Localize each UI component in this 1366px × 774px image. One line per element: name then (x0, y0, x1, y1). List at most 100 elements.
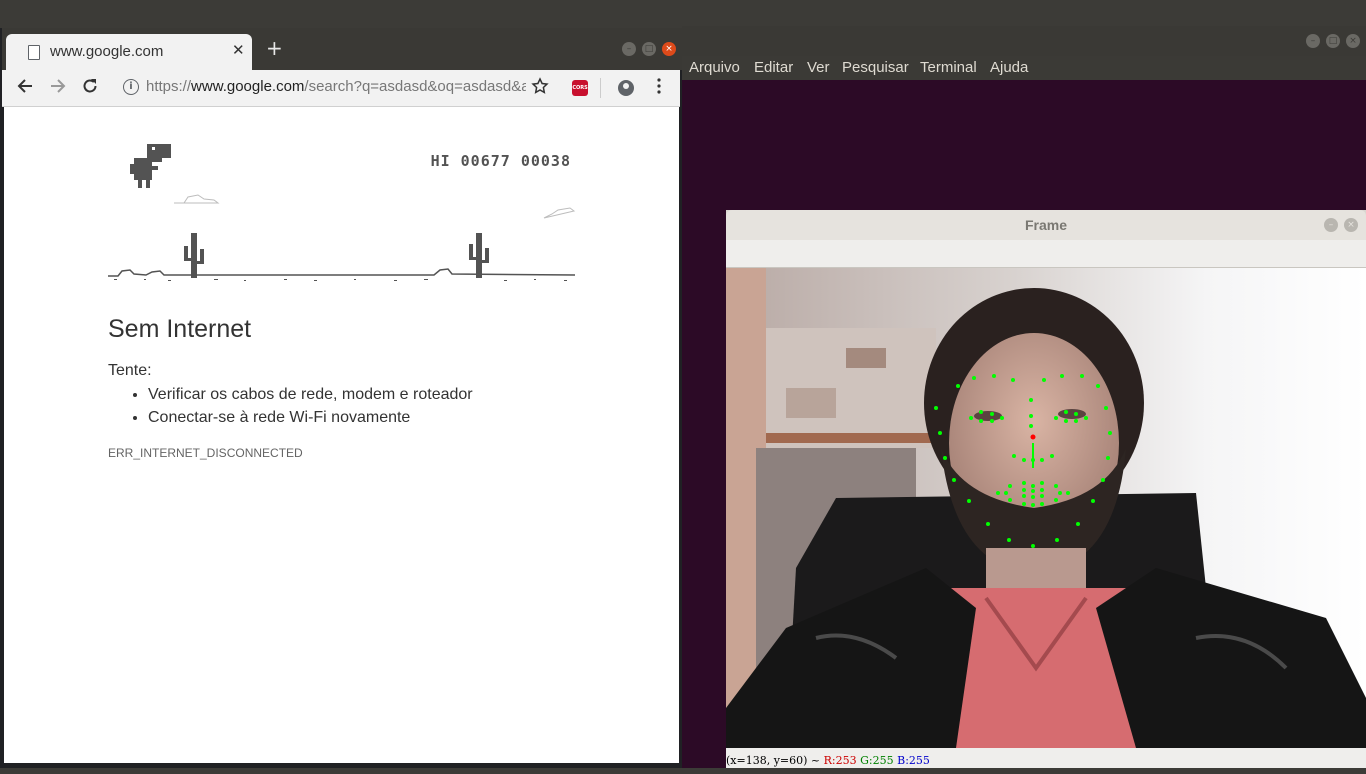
tab-title: www.google.com (50, 43, 164, 60)
landmark-point (1008, 484, 1012, 488)
ground-line (108, 268, 576, 277)
minimize-icon[interactable]: – (1324, 218, 1338, 232)
landmark-point (969, 416, 973, 420)
landmark-point (943, 456, 947, 460)
new-tab-button[interactable]: + (266, 38, 283, 58)
game-score: HI 00677 00038 (430, 152, 571, 170)
webcam-image (726, 268, 1366, 748)
dino-game-canvas[interactable]: HI 00677 00038 (104, 144, 579, 284)
reload-icon[interactable] (81, 77, 99, 100)
landmark-point (979, 419, 983, 423)
landmark-point (992, 374, 996, 378)
landmark-point (1064, 410, 1068, 414)
url-host: www.google.com (191, 78, 305, 95)
blue-value: B:255 (897, 754, 930, 767)
list-item: Verificar os cabos de rede, modem e rote… (148, 383, 473, 406)
landmark-point (1022, 458, 1026, 462)
frame-window: Frame – × (x=138, y=60) ~ R:253 G:255 B:… (726, 210, 1366, 768)
landmark-point (986, 522, 990, 526)
landmark-point (996, 491, 1000, 495)
landmark-point (1029, 414, 1033, 418)
terminal-titlebar[interactable]: – □ × (682, 26, 1366, 56)
landmark-point (956, 384, 960, 388)
landmark-point (1040, 494, 1044, 498)
maximize-icon[interactable]: □ (1326, 34, 1340, 48)
menu-arquivo[interactable]: Arquivo (689, 59, 740, 76)
webcam-frame[interactable] (726, 268, 1366, 748)
cactus-icon (469, 233, 489, 278)
landmark-point (1040, 488, 1044, 492)
landmark-point (1022, 488, 1026, 492)
profile-avatar-icon[interactable] (618, 80, 634, 96)
landmark-point (1050, 454, 1054, 458)
browser-toolbar: i https://www.google.com/search?q=asdasd… (2, 70, 680, 107)
landmark-point (1042, 378, 1046, 382)
url-scheme: https:// (146, 78, 192, 95)
cors-extension-icon[interactable]: CORS (572, 80, 588, 96)
menu-terminal[interactable]: Terminal (920, 59, 977, 76)
green-value: G:255 (860, 754, 894, 767)
star-icon[interactable] (531, 77, 549, 100)
landmark-point (1031, 484, 1035, 488)
maximize-icon[interactable]: □ (642, 42, 656, 56)
menu-ajuda[interactable]: Ajuda (990, 59, 1028, 76)
landmark-point (1012, 454, 1016, 458)
dino-icon (130, 144, 171, 188)
page-title: Sem Internet (108, 315, 252, 343)
minimize-icon[interactable]: – (1306, 34, 1320, 48)
landmark-point (934, 406, 938, 410)
arrow-right-icon[interactable] (49, 77, 67, 100)
minimize-icon[interactable]: – (622, 42, 636, 56)
landmark-point (1096, 384, 1100, 388)
landmark-point (938, 431, 942, 435)
landmark-point (1022, 481, 1026, 485)
landmark-point (1066, 491, 1070, 495)
landmark-point (990, 419, 994, 423)
suggestions-list: Verificar os cabos de rede, modem e rote… (108, 383, 473, 429)
info-icon[interactable]: i (123, 79, 139, 95)
landmark-point (972, 376, 976, 380)
arrow-left-icon[interactable] (16, 77, 34, 100)
landmark-point (979, 410, 983, 414)
landmark-point (1008, 498, 1012, 502)
close-icon[interactable]: × (1344, 218, 1358, 232)
window-title: Frame (1024, 217, 1068, 233)
landmark-point (1031, 489, 1035, 493)
close-icon[interactable]: × (662, 42, 676, 56)
page-icon (28, 45, 40, 60)
browser-window: www.google.com ✕ + – □ × i https://www.g… (0, 28, 682, 768)
kebab-menu-icon[interactable] (650, 77, 668, 100)
tab-close-icon[interactable]: ✕ (232, 41, 245, 59)
landmark-point (1054, 484, 1058, 488)
close-icon[interactable]: × (1346, 34, 1360, 48)
red-value: R:253 (823, 754, 857, 767)
nose-marker (1030, 434, 1036, 440)
tab-strip: www.google.com ✕ + – □ × (2, 28, 682, 70)
landmark-point (1106, 456, 1110, 460)
landmark-point (967, 499, 971, 503)
landmark-point (1060, 374, 1064, 378)
suggestions-label: Tente: (108, 362, 152, 379)
frame-titlebar[interactable]: Frame – × (726, 210, 1366, 240)
browser-tab[interactable]: www.google.com ✕ (6, 34, 252, 70)
landmark-point (1022, 502, 1026, 506)
menu-pesquisar[interactable]: Pesquisar (842, 59, 909, 76)
menu-editar[interactable]: Editar (754, 59, 793, 76)
menu-ver[interactable]: Ver (807, 59, 830, 76)
landmark-point (1029, 424, 1033, 428)
landmark-point (1040, 458, 1044, 462)
landmark-point (1040, 481, 1044, 485)
landmark-point (1004, 491, 1008, 495)
landmark-point (1054, 416, 1058, 420)
landmark-point (1040, 502, 1044, 506)
toolbar-divider (600, 78, 601, 98)
url-path: /search?q=asdasd&oq=asdasd&a... (304, 78, 526, 95)
landmark-point (1058, 491, 1062, 495)
landmark-point (1101, 478, 1105, 482)
landmark-point (1007, 538, 1011, 542)
landmark-point (1091, 499, 1095, 503)
omnibox[interactable]: https://www.google.com/search?q=asdasd&o… (146, 78, 526, 95)
landmark-point (990, 412, 994, 416)
landmark-point (1064, 419, 1068, 423)
landmark-point (1084, 416, 1088, 420)
